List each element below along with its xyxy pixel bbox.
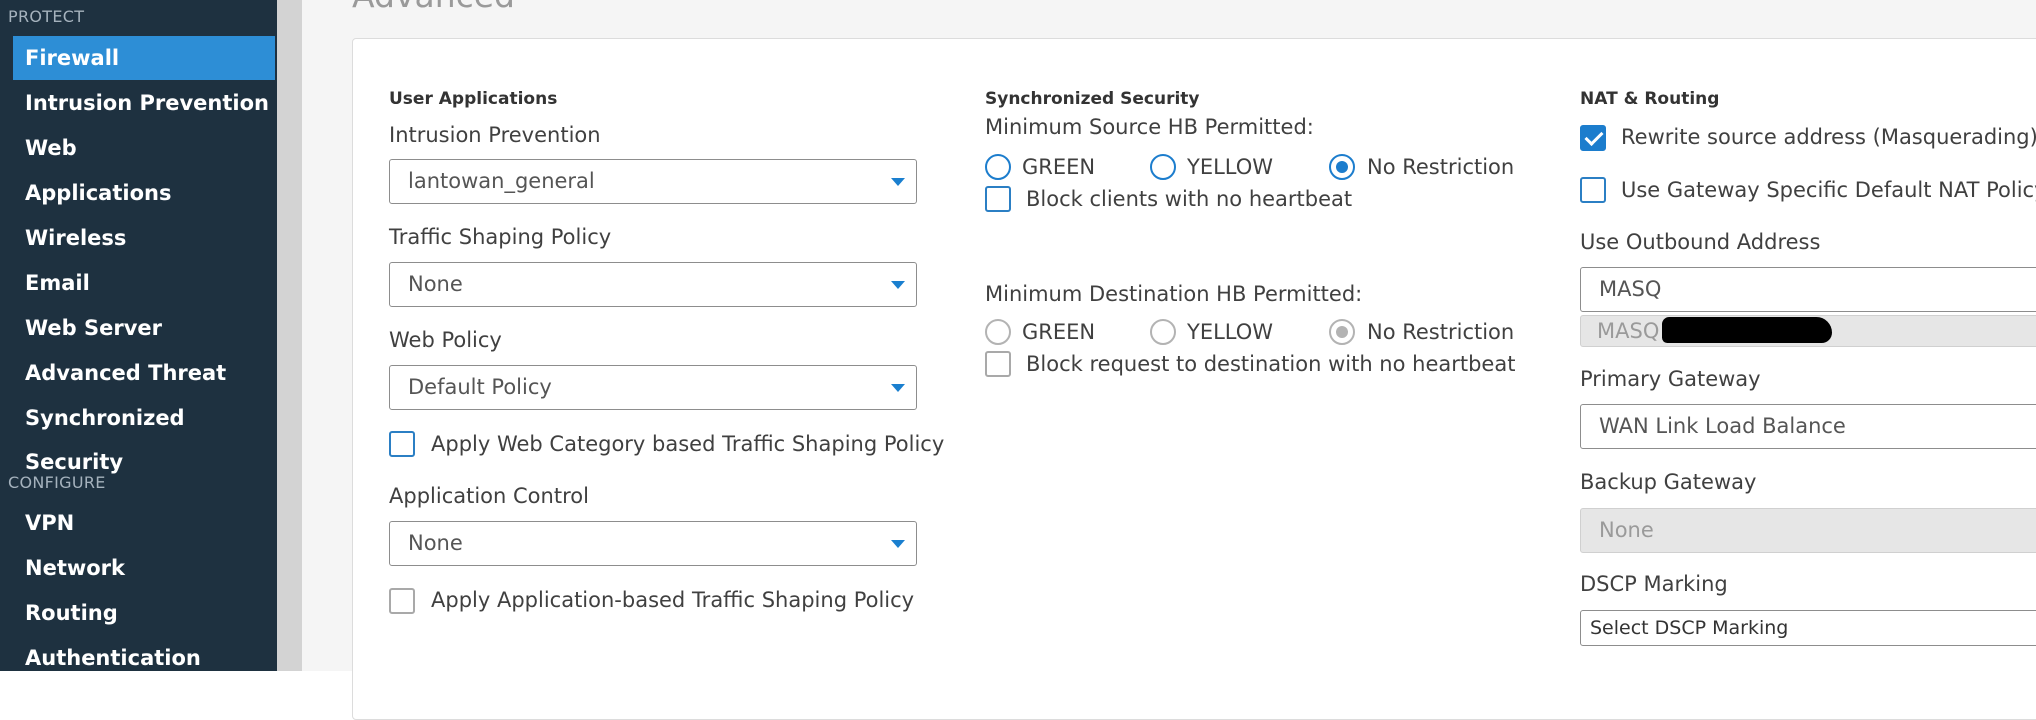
- web-policy-value: Default Policy: [408, 375, 552, 399]
- chevron-down-icon: [891, 384, 905, 392]
- dst-hb-no-restriction-radio[interactable]: [1329, 319, 1355, 345]
- dst-hb-green-radio[interactable]: [985, 319, 1011, 345]
- min-destination-hb-label: Minimum Destination HB Permitted:: [985, 282, 1363, 306]
- synchronized-security-title: Synchronized Security: [985, 89, 1200, 109]
- sidebar-item-applications[interactable]: Applications: [13, 171, 275, 215]
- dst-hb-yellow-label: YELLOW: [1187, 320, 1274, 344]
- protect-section-header: PROTECT: [8, 7, 85, 26]
- nat-routing-title: NAT & Routing: [1580, 89, 1720, 109]
- src-hb-green-radio[interactable]: [985, 154, 1011, 180]
- chevron-down-icon: [891, 281, 905, 289]
- min-source-hb-label: Minimum Source HB Permitted:: [985, 115, 1314, 139]
- application-control-value: None: [408, 531, 463, 555]
- primary-gateway-value: WAN Link Load Balance: [1599, 414, 1846, 438]
- intrusion-prevention-label: Intrusion Prevention: [389, 123, 601, 147]
- web-category-shaping-checkbox[interactable]: [389, 431, 415, 457]
- web-policy-label: Web Policy: [389, 328, 502, 352]
- dst-hb-yellow-radio[interactable]: [1150, 319, 1176, 345]
- dst-hb-no-restriction-label: No Restriction: [1367, 320, 1515, 344]
- primary-gateway-select[interactable]: WAN Link Load Balance: [1580, 404, 2036, 449]
- sidebar-scrollbar-gutter: [277, 0, 302, 671]
- dst-hb-green-label: GREEN: [1022, 320, 1096, 344]
- src-hb-no-restriction-label: No Restriction: [1367, 155, 1515, 179]
- outbound-address-value: MASQ: [1599, 277, 1662, 301]
- src-hb-green-label: GREEN: [1022, 155, 1096, 179]
- sidebar-item-email[interactable]: Email: [13, 261, 275, 305]
- sidebar-item-advanced-threat[interactable]: Advanced Threat: [13, 351, 275, 395]
- outbound-address-suggestion-value: MASQ: [1597, 319, 1660, 343]
- sidebar-item-network[interactable]: Network: [13, 546, 275, 590]
- application-control-select[interactable]: None: [389, 521, 917, 566]
- outbound-address-label: Use Outbound Address: [1580, 230, 1821, 254]
- web-category-shaping-label: Apply Web Category based Traffic Shaping…: [431, 432, 945, 456]
- dscp-marking-label: DSCP Marking: [1580, 572, 1728, 596]
- sidebar-item-intrusion-prevention[interactable]: Intrusion Prevention: [13, 81, 275, 125]
- configure-section-header: CONFIGURE: [8, 473, 106, 492]
- intrusion-prevention-select[interactable]: lantowan_general: [389, 159, 917, 204]
- application-shaping-label: Apply Application-based Traffic Shaping …: [431, 588, 915, 612]
- sidebar-item-firewall[interactable]: Firewall: [13, 36, 275, 80]
- gateway-nat-policy-label: Use Gateway Specific Default NAT Policy: [1621, 178, 2036, 202]
- src-hb-yellow-label: YELLOW: [1187, 155, 1274, 179]
- block-clients-label: Block clients with no heartbeat: [1026, 187, 1353, 211]
- redaction-mark: [1662, 317, 1832, 343]
- sidebar-item-web[interactable]: Web: [13, 126, 275, 170]
- sidebar-item-wireless[interactable]: Wireless: [13, 216, 275, 260]
- user-applications-title: User Applications: [389, 89, 558, 109]
- traffic-shaping-select[interactable]: None: [389, 262, 917, 307]
- block-destination-checkbox[interactable]: [985, 351, 1011, 377]
- page-title: Advanced: [352, 0, 515, 15]
- sidebar-item-web-server[interactable]: Web Server: [13, 306, 275, 350]
- primary-gateway-label: Primary Gateway: [1580, 367, 1761, 391]
- traffic-shaping-label: Traffic Shaping Policy: [389, 225, 612, 249]
- backup-gateway-label: Backup Gateway: [1580, 470, 1757, 494]
- sidebar-item-routing[interactable]: Routing: [13, 591, 275, 635]
- intrusion-prevention-value: lantowan_general: [408, 169, 595, 193]
- sidebar-item-authentication[interactable]: Authentication: [13, 636, 275, 680]
- application-shaping-checkbox[interactable]: [389, 588, 415, 614]
- sidebar-item-synchronized-security[interactable]: Synchronized Security: [13, 396, 275, 474]
- chevron-down-icon: [891, 178, 905, 186]
- block-clients-checkbox[interactable]: [985, 186, 1011, 212]
- backup-gateway-value: None: [1599, 518, 1654, 542]
- traffic-shaping-value: None: [408, 272, 463, 296]
- outbound-address-select[interactable]: MASQ: [1580, 267, 2036, 312]
- chevron-down-icon: [891, 540, 905, 548]
- rewrite-source-checkbox[interactable]: [1580, 125, 1606, 151]
- gateway-nat-policy-checkbox[interactable]: [1580, 177, 1606, 203]
- application-control-label: Application Control: [389, 484, 589, 508]
- block-destination-label: Block request to destination with no hea…: [1026, 352, 1516, 376]
- rewrite-source-label: Rewrite source address (Masquerading): [1621, 125, 2036, 149]
- src-hb-yellow-radio[interactable]: [1150, 154, 1176, 180]
- src-hb-no-restriction-radio[interactable]: [1329, 154, 1355, 180]
- backup-gateway-select[interactable]: None: [1580, 508, 2036, 553]
- dscp-marking-select[interactable]: Select DSCP Marking: [1580, 610, 2036, 646]
- web-policy-select[interactable]: Default Policy: [389, 365, 917, 410]
- sidebar: PROTECT Firewall Intrusion Prevention We…: [0, 0, 277, 671]
- dscp-marking-value: Select DSCP Marking: [1590, 617, 1789, 639]
- sidebar-item-vpn[interactable]: VPN: [13, 501, 275, 545]
